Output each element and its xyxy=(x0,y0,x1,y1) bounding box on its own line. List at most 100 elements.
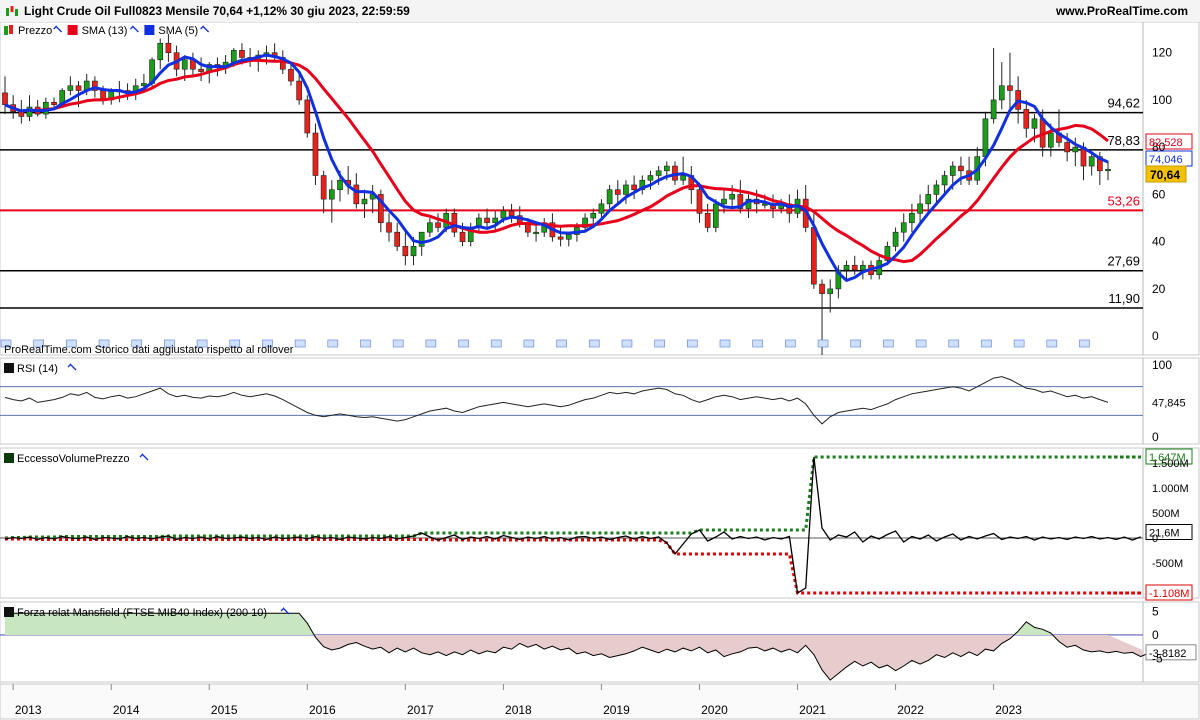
candle[interactable] xyxy=(337,179,343,190)
candle[interactable] xyxy=(533,231,539,234)
candle[interactable] xyxy=(990,99,997,120)
event-icon[interactable] xyxy=(817,339,829,348)
event-icon[interactable] xyxy=(360,339,371,348)
event-icon[interactable] xyxy=(883,339,894,348)
chart-area[interactable]: 12010080604020094,6278,8353,2627,6911,90… xyxy=(0,22,1200,720)
event-icon[interactable] xyxy=(785,339,796,348)
candle[interactable] xyxy=(843,264,850,271)
candle[interactable] xyxy=(157,42,164,61)
candle[interactable] xyxy=(459,231,466,242)
candle[interactable] xyxy=(565,234,572,240)
candle[interactable] xyxy=(680,175,686,181)
candle[interactable] xyxy=(647,175,654,181)
candle[interactable] xyxy=(1064,142,1070,153)
event-icon[interactable] xyxy=(1013,339,1025,348)
event-icon[interactable] xyxy=(490,339,502,348)
candle[interactable] xyxy=(296,80,302,101)
candle[interactable] xyxy=(51,101,57,105)
event-icon[interactable] xyxy=(1079,339,1090,348)
candle[interactable] xyxy=(418,231,425,247)
candle[interactable] xyxy=(165,42,172,54)
candle[interactable] xyxy=(949,165,956,176)
candle[interactable] xyxy=(312,132,319,176)
candle[interactable] xyxy=(1072,146,1079,153)
event-icon[interactable] xyxy=(621,339,633,348)
candle[interactable] xyxy=(590,212,597,219)
candle[interactable] xyxy=(729,194,735,200)
candle[interactable] xyxy=(26,106,33,117)
candle[interactable] xyxy=(598,203,605,214)
candle[interactable] xyxy=(631,184,637,190)
candle[interactable] xyxy=(198,68,204,72)
candle[interactable] xyxy=(696,189,703,214)
event-icon[interactable] xyxy=(1046,339,1058,348)
candle[interactable] xyxy=(909,212,915,224)
event-icon[interactable] xyxy=(719,339,731,348)
candle[interactable] xyxy=(288,68,294,82)
candle[interactable] xyxy=(623,184,629,195)
candle[interactable] xyxy=(427,222,433,233)
event-icon[interactable] xyxy=(294,339,306,348)
candle[interactable] xyxy=(328,189,335,200)
candle[interactable] xyxy=(998,85,1005,101)
event-icon[interactable] xyxy=(458,339,469,348)
site-url[interactable]: www.ProRealTime.com xyxy=(1056,4,1188,18)
candle[interactable] xyxy=(933,184,940,195)
candle[interactable] xyxy=(811,227,817,285)
candle[interactable] xyxy=(304,99,311,134)
candle[interactable] xyxy=(557,236,564,240)
candle[interactable] xyxy=(394,231,401,247)
event-icon[interactable] xyxy=(981,339,992,348)
event-icon[interactable] xyxy=(752,339,763,348)
candle[interactable] xyxy=(410,246,417,257)
candle[interactable] xyxy=(230,50,237,63)
candle[interactable] xyxy=(181,59,188,70)
candle[interactable] xyxy=(958,165,964,172)
candle[interactable] xyxy=(75,85,82,91)
candle[interactable] xyxy=(663,165,670,172)
candle[interactable] xyxy=(484,217,490,224)
candle[interactable] xyxy=(704,212,711,228)
candle[interactable] xyxy=(1105,168,1111,172)
candle[interactable] xyxy=(614,189,621,195)
event-icon[interactable] xyxy=(687,339,698,348)
event-icon[interactable] xyxy=(948,339,960,348)
candle[interactable] xyxy=(982,118,989,157)
candle[interactable] xyxy=(141,83,147,87)
candle[interactable] xyxy=(925,194,932,205)
candle[interactable] xyxy=(941,175,948,186)
candle[interactable] xyxy=(712,203,719,228)
event-icon[interactable] xyxy=(392,339,404,348)
event-icon[interactable] xyxy=(915,339,927,348)
candle[interactable] xyxy=(492,217,499,224)
candle[interactable] xyxy=(451,212,458,233)
candle[interactable] xyxy=(900,222,907,233)
candle[interactable] xyxy=(1023,109,1030,129)
candle[interactable] xyxy=(606,189,613,205)
candle[interactable] xyxy=(827,288,834,294)
candle[interactable] xyxy=(508,210,515,216)
candle[interactable] xyxy=(851,264,858,271)
candle[interactable] xyxy=(386,222,392,233)
candle[interactable] xyxy=(239,50,245,58)
candle[interactable] xyxy=(2,92,8,105)
candle[interactable] xyxy=(500,210,507,219)
event-icon[interactable] xyxy=(588,339,600,348)
event-icon[interactable] xyxy=(556,339,567,348)
candle[interactable] xyxy=(1088,156,1095,167)
candle[interactable] xyxy=(402,246,409,257)
candle[interactable] xyxy=(819,283,825,294)
event-icon[interactable] xyxy=(850,339,862,348)
event-icon[interactable] xyxy=(425,339,437,348)
candle[interactable] xyxy=(721,198,727,205)
candle[interactable] xyxy=(320,175,327,200)
candle[interactable] xyxy=(917,203,923,214)
event-icon[interactable] xyxy=(523,339,535,348)
candle[interactable] xyxy=(1007,85,1013,91)
candle[interactable] xyxy=(892,231,899,247)
candle[interactable] xyxy=(1031,118,1038,129)
candle[interactable] xyxy=(860,264,866,271)
candle[interactable] xyxy=(353,184,360,205)
candle[interactable] xyxy=(361,198,368,205)
candle[interactable] xyxy=(655,170,662,176)
